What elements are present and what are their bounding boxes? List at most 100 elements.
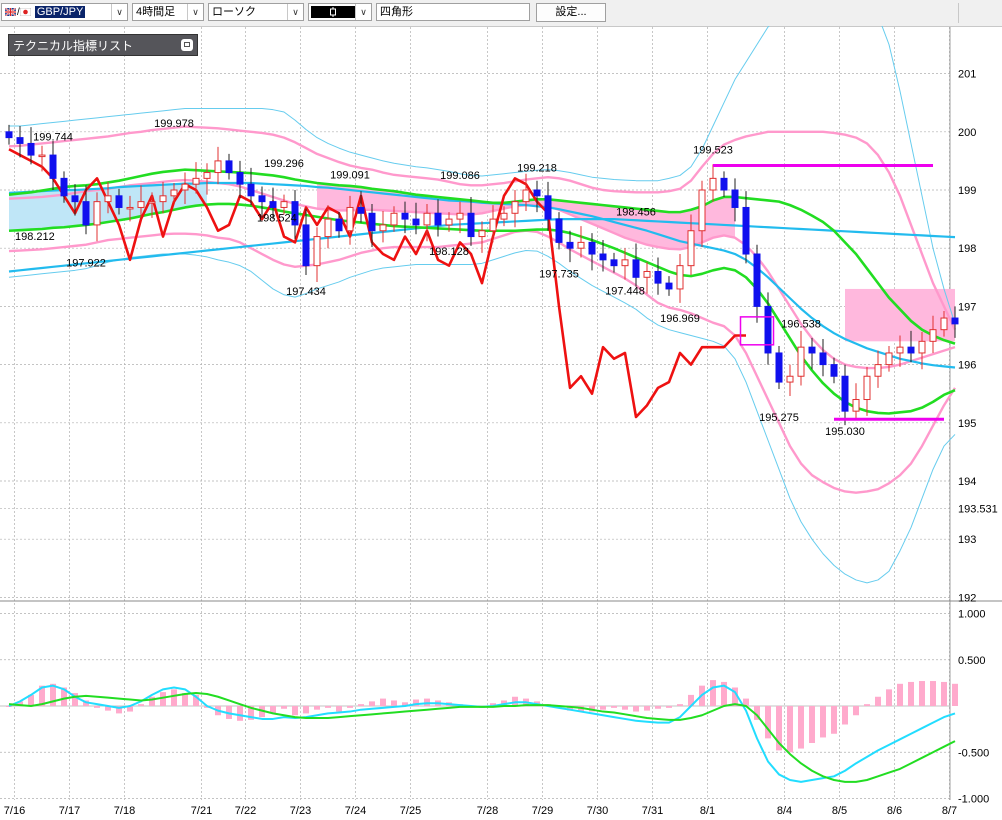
price-annotation: 199.218 <box>517 162 557 174</box>
candle-bear <box>731 189 739 208</box>
macd-bar <box>138 704 144 706</box>
chevron-down-icon[interactable] <box>287 4 303 20</box>
macd-bar <box>864 704 870 706</box>
candle-bear <box>60 177 68 197</box>
candle-bull <box>104 195 112 203</box>
candle-bear <box>654 270 662 284</box>
date-tick-label: 7/23 <box>290 805 311 817</box>
candle-bear <box>434 212 442 226</box>
candle-bull <box>687 230 695 267</box>
candle-bear <box>951 317 959 325</box>
date-tick-label: 7/29 <box>532 805 553 817</box>
candle-bull <box>38 154 46 158</box>
chevron-down-icon[interactable] <box>355 4 371 20</box>
candle-bull <box>896 346 904 354</box>
macd-bar <box>886 689 892 706</box>
chart-style-label: ローソク <box>212 6 256 18</box>
price-annotation: 196.538 <box>781 318 821 330</box>
date-tick-label: 8/4 <box>777 805 792 817</box>
date-tick-label: 7/25 <box>400 805 421 817</box>
candle-bear <box>335 218 343 232</box>
series-boll_outer <box>8 250 956 584</box>
chart-style-select[interactable]: ローソク <box>208 3 304 21</box>
candle-bear <box>808 346 816 354</box>
candle-bear <box>533 189 541 197</box>
macd-tick-label: -1.000 <box>958 794 989 806</box>
candle-bull <box>709 177 717 191</box>
candle-bull <box>918 340 926 354</box>
restore-icon[interactable] <box>181 39 193 51</box>
price-tick-label: 194 <box>958 476 976 488</box>
macd-bar <box>303 706 309 714</box>
macd-bar <box>600 706 606 710</box>
macd-histogram <box>6 680 958 753</box>
candle-bull <box>137 201 145 208</box>
toolbar-divider <box>958 3 959 23</box>
candle-bear <box>544 195 552 220</box>
technical-indicator-list-panel[interactable]: テクニカル指標リスト <box>8 34 198 56</box>
macd-bar <box>336 706 342 712</box>
macd-bar <box>897 683 903 706</box>
timeframe-select[interactable]: 4時間足 <box>132 3 204 21</box>
date-tick-label: 8/7 <box>942 805 957 817</box>
price-annotation: 197.922 <box>66 258 106 270</box>
macd-bar <box>347 706 353 708</box>
price-tick-label: 197 <box>958 301 976 313</box>
macd-bar <box>787 706 793 753</box>
macd-bar <box>292 706 298 716</box>
macd-bar <box>710 680 716 706</box>
candle-bull <box>643 270 651 278</box>
technical-indicator-list-title: テクニカル指標リスト <box>13 39 134 53</box>
candle-bull <box>445 218 453 226</box>
currency-pair-select[interactable]: / GBP/JPY <box>1 3 128 21</box>
candle-bull <box>280 201 288 208</box>
chevron-down-icon[interactable] <box>187 4 203 20</box>
settings-button[interactable]: 設定... <box>536 3 606 22</box>
macd-bar <box>809 706 815 743</box>
grid <box>0 27 1002 800</box>
macd-bar <box>853 706 859 716</box>
price-axis: 192 193 194 195 196 197 198 199 200 201 193.531 1.0… <box>958 69 998 806</box>
candle-bear <box>49 154 57 179</box>
price-tick-label: 196 <box>958 360 976 372</box>
drawing-color-select[interactable] <box>308 3 372 21</box>
macd-bar <box>941 681 947 706</box>
macd-bar <box>149 696 155 706</box>
macd-bar <box>369 701 375 706</box>
candle-bear <box>742 206 750 255</box>
price-annotation: 199.523 <box>693 145 733 157</box>
candle-bear <box>665 282 673 290</box>
chevron-down-icon[interactable] <box>111 4 127 20</box>
candles <box>5 124 959 426</box>
macd-bar <box>380 698 386 706</box>
macd-bar <box>677 704 683 706</box>
date-tick-label: 7/28 <box>477 805 498 817</box>
candle-bull <box>93 201 101 226</box>
candle-bull <box>940 317 948 331</box>
price-annotation: 197.735 <box>539 269 579 281</box>
macd-bar <box>325 706 331 708</box>
candle-bull <box>192 177 200 185</box>
candle-bull <box>346 206 354 232</box>
price-annotation: 196.969 <box>660 313 700 325</box>
toolbar: / GBP/JPY 4時間足 ローソク 四角形 設定... <box>0 0 1002 27</box>
candle-bull <box>786 375 794 383</box>
date-tick-label: 7/16 <box>4 805 25 817</box>
candle-bull <box>577 241 585 249</box>
candle-bear <box>841 375 849 412</box>
price-annotation: 197.434 <box>286 286 326 298</box>
shape-type-label: 四角形 <box>380 6 413 18</box>
color-swatch <box>311 6 355 18</box>
macd-bar <box>237 706 243 721</box>
candle-bear <box>27 142 35 156</box>
candle-bear <box>830 364 838 377</box>
price-tick-label: 195 <box>958 418 976 430</box>
macd-bar <box>644 706 650 711</box>
candle-bull <box>511 201 519 214</box>
candle-bull <box>478 230 486 238</box>
shape-type-field[interactable]: 四角形 <box>376 3 530 21</box>
macd-bar <box>908 681 914 706</box>
candle-bear <box>16 137 24 144</box>
macd-bar <box>358 704 364 706</box>
candle-bear <box>225 160 233 174</box>
